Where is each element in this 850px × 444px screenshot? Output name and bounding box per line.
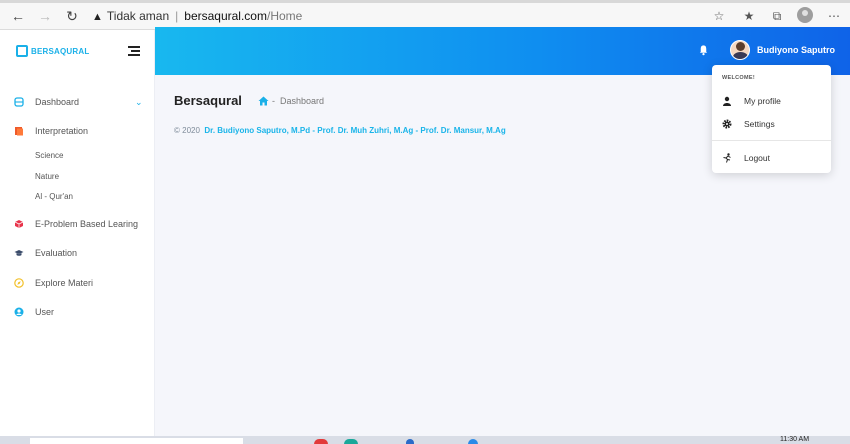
dropdown-item-settings[interactable]: Settings xyxy=(722,118,822,130)
url-domain: bersaqural.com xyxy=(184,9,267,23)
star-icon[interactable]: ☆ xyxy=(710,7,728,25)
dropdown-item-my-profile[interactable]: My profile xyxy=(722,95,822,107)
taskbar-clock: 11:30 AM xyxy=(780,436,810,443)
header-username[interactable]: Budiyono Saputro xyxy=(757,45,835,55)
user-dropdown-menu: WELCOME! My profile Settings Logout xyxy=(712,65,831,173)
dropdown-item-logout[interactable]: Logout xyxy=(722,152,822,164)
refresh-icon[interactable]: ↻ xyxy=(63,7,81,25)
sidebar-item-label: User xyxy=(35,307,55,317)
sidebar-subitem-science[interactable]: Science xyxy=(35,151,63,160)
gear-icon xyxy=(722,119,732,129)
sidebar-item-interpretation[interactable]: Interpretation xyxy=(14,123,144,139)
sidebar-item-label: Evaluation xyxy=(35,248,78,258)
security-label: Tidak aman xyxy=(106,9,170,23)
sidebar-item-label: Dashboard xyxy=(35,97,80,107)
user-icon xyxy=(723,96,731,106)
logout-icon xyxy=(723,153,731,163)
dashboard-icon xyxy=(14,97,24,107)
dropdown-item-label: Settings xyxy=(744,119,775,129)
favorites-icon[interactable]: ★ xyxy=(740,7,758,25)
logo-icon xyxy=(16,45,28,57)
dropdown-item-label: My profile xyxy=(744,96,781,106)
sidebar-item-e-problem-based-learning[interactable]: E-Problem Based Learing xyxy=(14,216,144,232)
sidebar: BERSAQURAL xyxy=(0,30,155,436)
sidebar-item-label: E-Problem Based Learing xyxy=(35,219,139,229)
sidebar-subitem-nature[interactable]: Nature xyxy=(35,172,59,181)
page-title: Bersaqural xyxy=(174,93,242,108)
tab-strip-edge xyxy=(0,0,850,3)
brand-name: BERSAQURAL xyxy=(31,46,90,56)
user-avatar[interactable] xyxy=(730,40,750,60)
back-arrow-icon[interactable]: ← xyxy=(9,7,27,25)
browser-profile-icon[interactable] xyxy=(797,7,813,23)
sidebar-item-label: Explore Materi xyxy=(35,278,94,288)
dropdown-divider xyxy=(712,140,831,141)
dropdown-title: WELCOME! xyxy=(722,75,755,81)
brand-logo[interactable]: BERSAQURAL xyxy=(16,44,89,58)
compass-icon xyxy=(14,278,24,288)
sidebar-item-label: Interpretation xyxy=(35,126,89,136)
collections-icon[interactable]: ⧉ xyxy=(768,7,786,25)
graduation-cap-icon xyxy=(14,250,24,256)
footer-authors: Dr. Budiyono Saputro, M.Pd - Prof. Dr. M… xyxy=(204,126,506,135)
home-icon[interactable] xyxy=(258,96,269,106)
footer-copyright: © 2020 Dr. Budiyono Saputro, M.Pd - Prof… xyxy=(174,126,506,135)
user-circle-icon xyxy=(14,307,24,317)
more-options-icon[interactable]: ⋯ xyxy=(825,7,843,25)
chevron-down-icon[interactable]: ⌄ xyxy=(135,97,143,108)
taskbar-app-icon[interactable] xyxy=(314,439,328,444)
breadcrumb-separator: - xyxy=(272,96,275,106)
address-bar[interactable]: ▲ Tidak aman | bersaqural.com/Home xyxy=(92,6,732,26)
menu-toggle-icon[interactable] xyxy=(128,46,140,56)
footer-prefix: © 2020 xyxy=(174,126,200,135)
sidebar-item-evaluation[interactable]: Evaluation xyxy=(14,245,144,261)
book-icon xyxy=(15,127,23,136)
breadcrumb-current: Dashboard xyxy=(280,96,325,106)
url-path: /Home xyxy=(266,9,303,23)
browser-toolbar: ← → ↻ ▲ Tidak aman | bersaqural.com/Home ☆ … xyxy=(0,0,850,30)
forward-arrow-icon[interactable]: → xyxy=(36,7,54,25)
sidebar-item-user[interactable]: User xyxy=(14,304,144,320)
bell-icon[interactable] xyxy=(698,44,709,56)
sidebar-subitem-al-quran[interactable]: Al - Qur'an xyxy=(35,192,73,201)
dropdown-item-label: Logout xyxy=(744,153,770,163)
warning-icon: ▲ xyxy=(92,11,103,23)
taskbar-app-icon[interactable] xyxy=(344,439,358,444)
taskbar-search-box[interactable] xyxy=(30,438,243,444)
sidebar-item-dashboard[interactable]: Dashboard xyxy=(14,94,144,110)
cube-icon xyxy=(14,220,24,228)
taskbar-app-icon[interactable] xyxy=(468,439,478,444)
address-separator: | xyxy=(175,9,179,23)
taskbar-app-icon[interactable] xyxy=(406,439,414,444)
sidebar-item-explore-materi[interactable]: Explore Materi xyxy=(14,275,144,291)
